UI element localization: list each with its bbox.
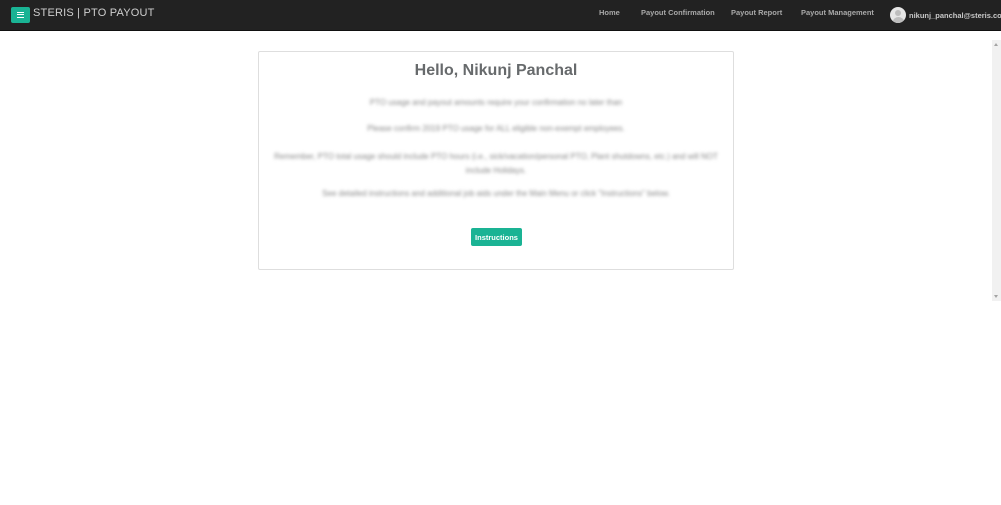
confirmation-deadline-text: PTO usage and payout amounts require you… <box>259 98 733 107</box>
confirm-usage-text: Please confirm 2019 PTO usage for ALL el… <box>259 124 733 133</box>
pto-usage-reminder: Remember, PTO total usage should include… <box>274 152 718 175</box>
scroll-down-icon[interactable] <box>994 295 998 298</box>
deadline-text: PTO usage and payout amounts require you… <box>369 98 623 107</box>
instructions-hint: See detailed instructions and additional… <box>322 189 670 198</box>
welcome-card: Hello, Nikunj Panchal PTO usage and payo… <box>258 51 734 270</box>
nav-payout-confirmation[interactable]: Payout Confirmation <box>641 8 715 17</box>
nav-payout-management[interactable]: Payout Management <box>801 8 874 17</box>
hamburger-icon[interactable] <box>11 7 30 23</box>
scroll-up-icon[interactable] <box>994 43 998 46</box>
avatar-icon <box>890 7 906 23</box>
nav-payout-report[interactable]: Payout Report <box>731 8 782 17</box>
nav-home[interactable]: Home <box>599 8 620 17</box>
top-navbar: STERIS | PTO PAYOUT Home Payout Confirma… <box>0 0 1001 31</box>
confirm-usage-label: Please confirm 2019 PTO usage for ALL el… <box>367 124 625 133</box>
user-menu[interactable]: nikunj_panchal@steris.com <box>890 7 1001 23</box>
instructions-button[interactable]: Instructions <box>471 228 522 246</box>
vertical-scrollbar[interactable] <box>992 40 1001 301</box>
greeting-heading: Hello, Nikunj Panchal <box>414 62 578 79</box>
user-email: nikunj_panchal@steris.com <box>909 10 1001 20</box>
app-brand[interactable]: STERIS | PTO PAYOUT <box>33 7 155 19</box>
